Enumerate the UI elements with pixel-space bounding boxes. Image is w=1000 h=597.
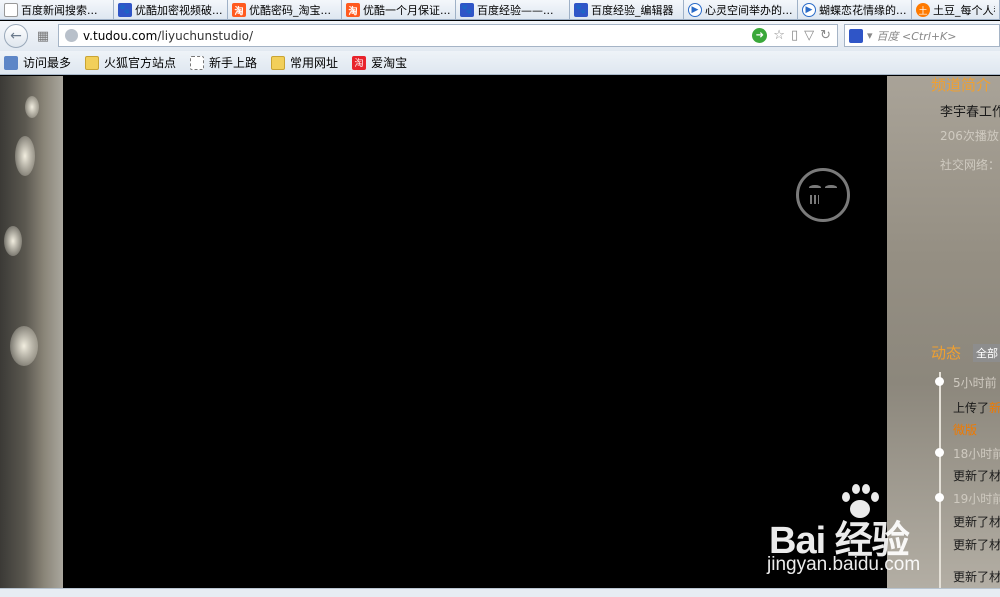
page-icon (4, 3, 18, 17)
bookmark-star-icon (4, 55, 18, 70)
search-input[interactable]: ▾ 百度 <Ctrl+K> (844, 24, 1000, 47)
tab-label: 优酷密码_淘宝... (249, 4, 331, 17)
tab-butterfly[interactable]: ▶ 蝴蝶恋花情缘的... (798, 0, 912, 19)
timeline-dot (935, 377, 944, 386)
bookmark-label: 新手上路 (209, 56, 258, 70)
back-arrow-icon: ← (10, 28, 22, 44)
tab-label: 蝴蝶恋花情缘的... (819, 4, 907, 17)
activity-timeline (939, 372, 941, 588)
page-icon (190, 55, 205, 70)
go-arrow-icon[interactable]: ➜ (752, 28, 768, 43)
tab-youku-crack[interactable]: 🐾 优酷加密视频破... (114, 0, 228, 19)
folder-icon (271, 55, 286, 70)
taobao-icon: 淘 (232, 3, 246, 17)
taobao-icon: 淘 (352, 55, 367, 70)
tab-groups-button[interactable]: ▦ (34, 27, 52, 45)
tab-baidu-news[interactable]: 百度新闻搜索... (0, 0, 114, 19)
activity-text: 更新了材 (953, 570, 1000, 584)
baidu-paw-icon: 🐾 (574, 3, 588, 17)
baidu-paw-icon: 🐾 (118, 3, 132, 17)
folder-icon (85, 55, 100, 70)
play-icon: ▶ (802, 3, 816, 17)
url-domain: v.tudou.com (83, 28, 158, 43)
tab-groups-icon: ▦ (36, 28, 50, 44)
back-button[interactable]: ← (4, 24, 28, 48)
status-bar (0, 588, 1000, 597)
tab-label: 心灵空间举办的... (705, 4, 793, 17)
url-path: /liyuchunstudio/ (157, 28, 254, 43)
bookmark-label: 常用网址 (290, 56, 339, 70)
taobao-icon: 淘 (346, 3, 360, 17)
address-bar[interactable]: v.tudou.com/liyuchunstudio/ ➜ ☆ ▯ ▽ ↻ (58, 24, 838, 47)
bookmarks-toolbar: 访问最多 火狐官方站点 新手上路 常用网址 淘 爱淘宝 (0, 51, 1000, 75)
tudou-icon: 土 (916, 3, 930, 17)
activity-time: 5小时前 (953, 376, 997, 390)
activity-text: 更新了材 (953, 469, 1000, 483)
bookmark-label: 爱淘宝 (371, 56, 408, 70)
activity-heading: 动态 (931, 344, 962, 362)
video-player[interactable] (63, 76, 887, 588)
activity-link[interactable]: 微版 (953, 421, 977, 438)
tab-youku-password[interactable]: 淘 优酷密码_淘宝... (228, 0, 342, 19)
url-text: v.tudou.com/liyuchunstudio/ (83, 29, 253, 43)
social-networks-label: 社交网络： (940, 158, 1000, 172)
bookmark-getting-started[interactable]: 新手上路 (190, 54, 257, 71)
activity-all-button[interactable]: 全部 (973, 344, 1000, 362)
loading-face-icon (796, 168, 850, 222)
bookmark-ai-taobao[interactable]: 淘 爱淘宝 (352, 54, 407, 71)
background-image (0, 76, 63, 588)
search-placeholder: 百度 <Ctrl+K> (876, 29, 957, 43)
tab-xinling[interactable]: ▶ 心灵空间举办的... (684, 0, 798, 19)
bookmark-label: 火狐官方站点 (104, 56, 177, 70)
navigation-bar: ← ▦ v.tudou.com/liyuchunstudio/ ➜ ☆ ▯ ▽ … (0, 21, 1000, 51)
activity-time: 19小时前 (953, 492, 1000, 506)
activity-text: 更新了材 (953, 538, 1000, 552)
tab-label: 百度经验——... (477, 4, 554, 17)
play-icon: ▶ (688, 3, 702, 17)
timeline-dot (935, 448, 944, 457)
page-content: 频道简介 李宇春工作 206次播放 社交网络： 动态 全部 5小时前 上传了新 … (0, 76, 1000, 588)
tab-jingyan-editor[interactable]: 🐾 百度经验_编辑器 (570, 0, 684, 19)
address-bar-actions: ➜ ☆ ▯ ▽ ↻ (752, 28, 837, 43)
tab-label: 百度经验_编辑器 (591, 4, 674, 17)
baidu-search-icon (849, 28, 863, 43)
timeline-dot (935, 493, 944, 502)
tab-label: 百度新闻搜索... (21, 4, 98, 17)
bookmark-common-sites[interactable]: 常用网址 (271, 54, 338, 71)
tab-label: 优酷加密视频破... (135, 4, 223, 17)
reload-icon[interactable]: ↻ (820, 28, 831, 43)
tab-label: 优酷一个月保证... (363, 4, 451, 17)
activity-time: 18小时前 (953, 447, 1000, 461)
tab-youku-month[interactable]: 淘 优酷一个月保证... (342, 0, 456, 19)
bookmark-firefox-official[interactable]: 火狐官方站点 (85, 54, 176, 71)
tab-tudou[interactable]: 土 土豆_每个人都 (912, 0, 1000, 19)
channel-sidebar: 频道简介 李宇春工作 206次播放 社交网络： 动态 全部 5小时前 上传了新 … (887, 76, 1000, 588)
activity-text: 更新了材 (953, 515, 1000, 529)
channel-intro-heading: 频道简介 (931, 76, 992, 94)
chevron-down-icon[interactable]: ▾ (867, 29, 873, 42)
tab-baidu-jingyan[interactable]: 🐾 百度经验——... (456, 0, 570, 19)
baidu-paw-icon: 🐾 (460, 3, 474, 17)
channel-author[interactable]: 李宇春工作 (940, 101, 1000, 120)
tab-strip: 百度新闻搜索... 🐾 优酷加密视频破... 淘 优酷密码_淘宝... 淘 优酷… (0, 0, 1000, 20)
bookmark-star-icon[interactable]: ☆ (773, 28, 785, 43)
tab-label: 土豆_每个人都 (933, 4, 995, 17)
bookmark-label: 访问最多 (23, 56, 72, 70)
dropdown-arrow-icon[interactable]: ▽ (804, 28, 814, 43)
bookmark-most-visited[interactable]: 访问最多 (4, 54, 71, 71)
mobile-icon[interactable]: ▯ (791, 28, 798, 43)
activity-text: 上传了新 (953, 401, 1000, 415)
globe-icon (65, 29, 78, 42)
play-count: 206次播放 (940, 129, 999, 143)
